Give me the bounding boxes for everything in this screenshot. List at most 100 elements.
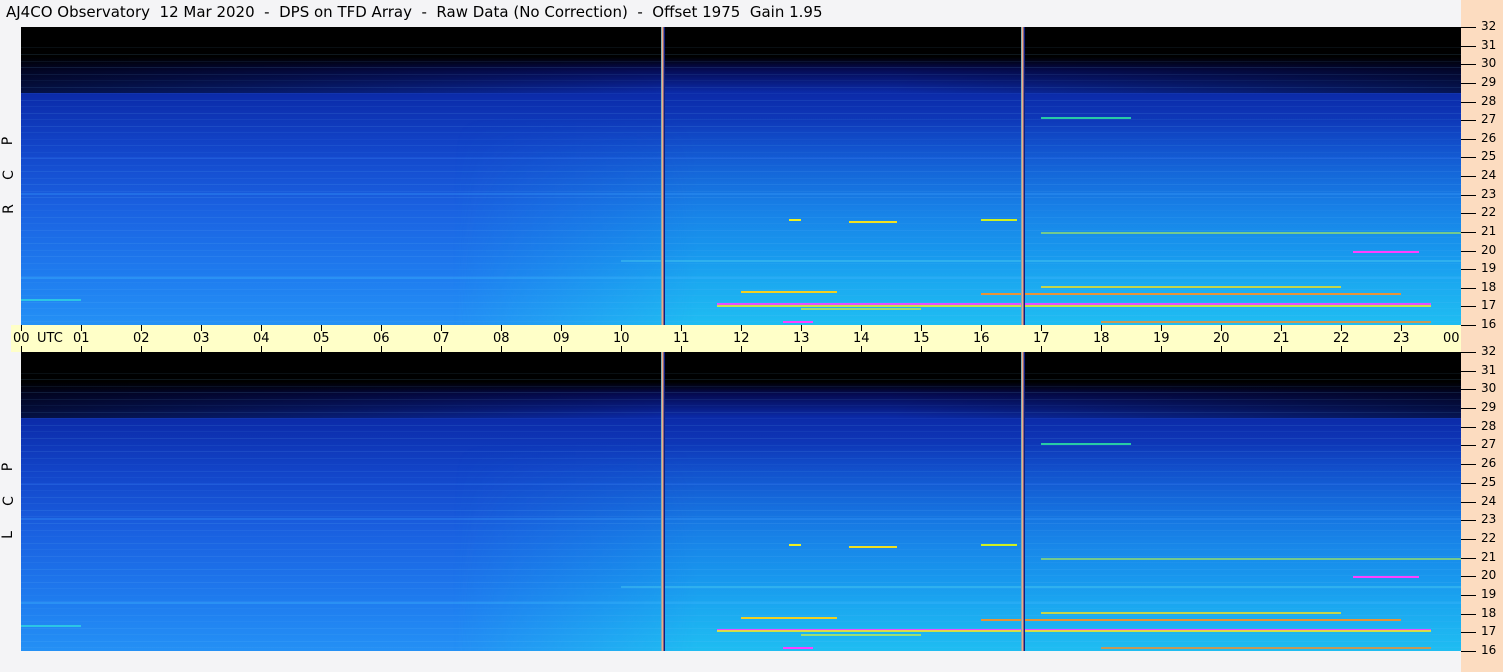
x-tick: [1041, 346, 1042, 352]
spectral-line: [21, 47, 1461, 49]
y-tick-label: 31: [1481, 362, 1497, 377]
x-unit-label: UTC: [37, 331, 63, 346]
x-tick: [921, 346, 922, 352]
x-tick-label: 01: [73, 331, 90, 346]
x-tick-label: 21: [1273, 331, 1290, 346]
y-tick-label: 29: [1481, 400, 1497, 415]
interference-streak: [717, 630, 1431, 633]
x-tick: [381, 346, 382, 352]
y-tick: [1461, 501, 1476, 503]
spectral-line: [21, 398, 1461, 400]
interference-streak: [1101, 321, 1431, 324]
spectral-line: [21, 464, 1461, 466]
spectral-line: [21, 80, 1461, 82]
x-tick-label: 03: [193, 331, 210, 346]
interference-streak: [1353, 250, 1419, 253]
x-tick-label: 05: [313, 331, 330, 346]
y-tick: [1461, 269, 1476, 271]
interference-streak: [21, 192, 1461, 195]
y-tick: [1461, 120, 1476, 122]
data-gap-line: [661, 352, 665, 651]
interference-streak: [741, 617, 837, 620]
y-tick: [1461, 594, 1476, 596]
spectral-line: [21, 634, 1461, 636]
x-tick: [1401, 346, 1402, 352]
interference-streak: [621, 259, 1461, 262]
spectral-line: [21, 288, 1461, 290]
interference-streak: [789, 218, 801, 221]
spectral-line: [21, 496, 1461, 498]
spectral-line: [21, 164, 1461, 166]
chart-title: AJ4CO Observatory 12 Mar 2020 - DPS on T…: [6, 3, 823, 21]
panel-letter: R: [0, 204, 17, 214]
y-tick-label: 17: [1481, 624, 1497, 639]
spectral-line: [21, 132, 1461, 134]
y-tick-label: 31: [1481, 37, 1497, 52]
interference-streak: [981, 544, 1017, 547]
spectral-line: [21, 379, 1461, 381]
spectral-line: [21, 216, 1461, 218]
spectral-line: [21, 151, 1461, 153]
spectral-line: [21, 529, 1461, 531]
x-tick-label: 04: [253, 331, 270, 346]
spectral-line: [21, 608, 1461, 610]
interference-streak: [1041, 557, 1461, 560]
panel-letter: P: [0, 462, 17, 472]
x-tick: [621, 346, 622, 352]
x-tick: [801, 346, 802, 352]
spectral-line: [21, 112, 1461, 114]
spectral-line: [21, 594, 1461, 596]
spectral-line: [21, 542, 1461, 544]
spectral-line: [21, 621, 1461, 623]
x-tick-label: 16: [973, 331, 990, 346]
spectral-line: [21, 457, 1461, 459]
interference-streak: [741, 291, 837, 294]
spectral-line: [21, 385, 1461, 387]
spectral-line: [21, 177, 1461, 179]
interference-streak: [21, 298, 81, 301]
y-tick-label: 28: [1481, 418, 1497, 433]
y-tick: [1461, 138, 1476, 140]
interference-streak: [783, 647, 813, 650]
x-tick-label: 00: [1443, 331, 1460, 346]
spectral-line: [21, 405, 1461, 407]
y-tick-label: 24: [1481, 168, 1497, 182]
x-tick: [981, 346, 982, 352]
spectral-line: [21, 581, 1461, 583]
y-tick: [1461, 306, 1476, 308]
spectral-line: [21, 522, 1461, 524]
y-tick-label: 32: [1481, 344, 1497, 358]
spectral-line: [21, 203, 1461, 205]
y-tick-label: 27: [1481, 112, 1497, 127]
spectral-line: [21, 243, 1461, 245]
y-tick: [1461, 64, 1476, 66]
interference-streak: [21, 276, 1461, 279]
x-tick-label: 11: [673, 331, 690, 346]
x-tick: [321, 346, 322, 352]
spectral-line: [21, 549, 1461, 551]
x-tick: [501, 346, 502, 352]
interference-streak: [717, 304, 1431, 307]
y-tick-label: 19: [1481, 586, 1497, 601]
y-tick: [1461, 538, 1476, 540]
interference-streak: [783, 321, 813, 324]
y-tick: [1461, 389, 1476, 391]
interference-streak: [981, 218, 1017, 221]
interference-streak: [1041, 611, 1341, 614]
spectral-line: [21, 490, 1461, 492]
x-tick: [81, 346, 82, 352]
spectral-line: [21, 73, 1461, 75]
spectral-line: [21, 431, 1461, 433]
x-tick: [21, 346, 22, 352]
spectral-line: [21, 640, 1461, 642]
interference-streak: [621, 585, 1461, 588]
x-tick-label: 06: [373, 331, 390, 346]
spectral-line: [21, 536, 1461, 538]
y-tick-label: 20: [1481, 242, 1497, 257]
y-tick-label: 21: [1481, 223, 1497, 238]
y-tick: [1461, 482, 1476, 484]
spectral-line: [21, 184, 1461, 186]
spectral-line: [21, 119, 1461, 121]
y-tick: [1461, 157, 1476, 159]
y-tick-label: 23: [1481, 512, 1497, 527]
